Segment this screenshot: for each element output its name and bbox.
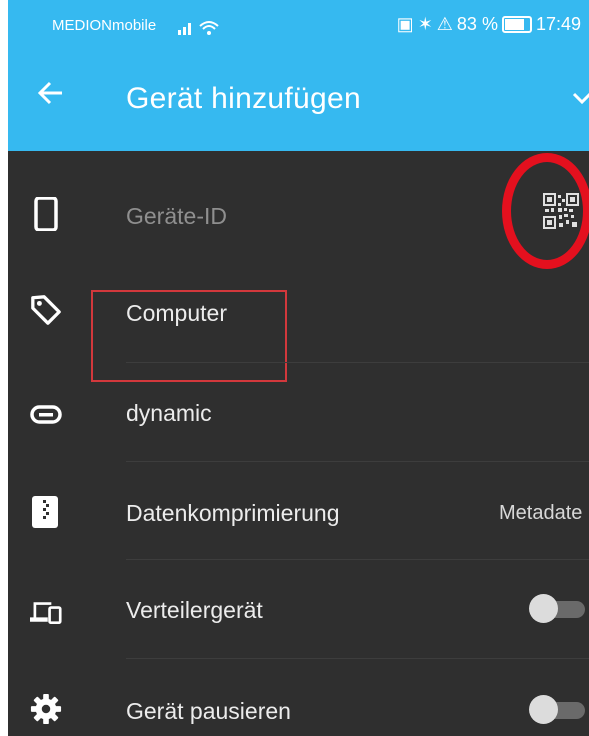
nfc-icon: ▣ — [396, 14, 414, 34]
signal-wifi-icon — [178, 18, 222, 41]
address-row[interactable]: dynamic — [8, 362, 589, 460]
clock: 17:49 — [535, 14, 581, 34]
arrow-back-icon[interactable] — [36, 78, 66, 108]
compression-row[interactable]: Datenkomprimierung Metadate — [8, 461, 589, 559]
introducer-toggle[interactable] — [529, 594, 585, 623]
pause-toggle[interactable] — [529, 695, 585, 724]
status-icons: ▣ ✶ ⚠ 83 % 17:49 — [397, 14, 581, 35]
devices-icon — [30, 602, 62, 624]
archive-icon — [32, 496, 58, 528]
status-bar: MEDIONmobile ▣ ✶ ⚠ 83 % 17:49 — [8, 0, 589, 52]
pause-row[interactable]: Gerät pausieren — [8, 658, 589, 736]
introducer-row[interactable]: Verteilergerät — [8, 559, 589, 657]
gear-icon — [30, 693, 62, 725]
page-title: Gerät hinzufügen — [126, 82, 361, 115]
mute-icon: ⚠ — [436, 14, 453, 34]
battery-percent: 83 % — [456, 14, 498, 34]
toggle-thumb — [529, 695, 558, 724]
carrier-name: MEDIONmobile — [52, 17, 157, 34]
bluetooth-icon: ✶ — [417, 14, 433, 34]
chevron-down-icon[interactable] — [572, 88, 589, 108]
app-window: MEDIONmobile ▣ ✶ ⚠ 83 % 17:49 Gerät hinz… — [8, 0, 589, 736]
tag-icon — [31, 295, 61, 325]
pause-label: Gerät pausieren — [126, 698, 291, 724]
app-bar: Gerät hinzufügen — [8, 52, 589, 151]
introducer-label: Verteilergerät — [126, 597, 263, 623]
device-id-input[interactable]: Geräte-ID — [126, 203, 227, 230]
address-input[interactable]: dynamic — [126, 400, 212, 427]
toggle-thumb — [529, 594, 558, 623]
phone-icon — [34, 197, 58, 231]
link-icon — [30, 405, 62, 424]
compression-label: Datenkomprimierung — [126, 500, 340, 526]
battery-icon — [501, 16, 532, 33]
compression-value: Metadate — [499, 502, 583, 524]
annotation-circle — [502, 153, 589, 269]
